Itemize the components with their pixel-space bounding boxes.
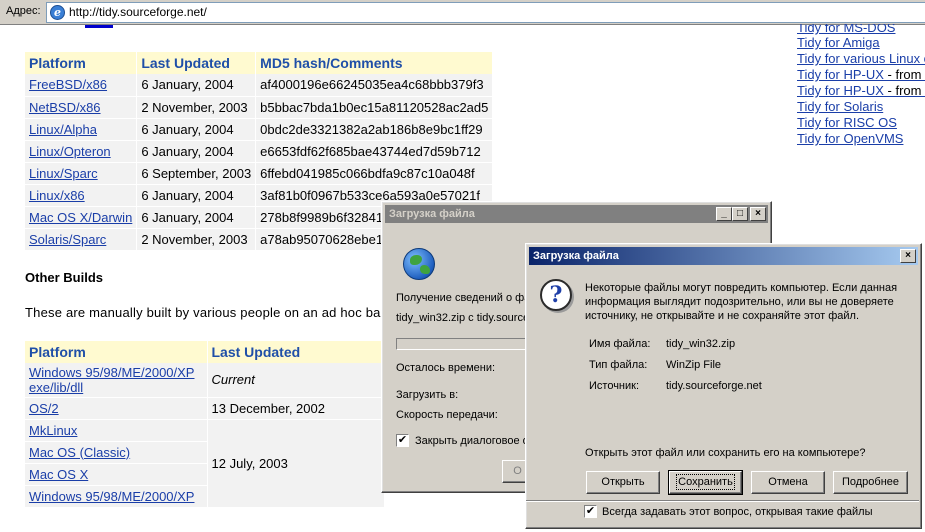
column-header-platform: Platform <box>25 52 138 74</box>
platform-link[interactable]: Linux/x86 <box>29 188 85 203</box>
ie-page-icon: e <box>50 5 65 20</box>
maximize-button[interactable]: □ <box>732 207 748 221</box>
platform-link[interactable]: Linux/Opteron <box>29 144 111 159</box>
other-builds-intro: These are manually built by various peop… <box>25 305 398 320</box>
table-row: FreeBSD/x86 6 January, 2004 af4000196e6624… <box>25 74 494 97</box>
file-type-label: Тип файла: <box>589 359 648 371</box>
dialog-title: Загрузка файла <box>533 250 619 262</box>
platform-link[interactable]: FreeBSD/x86 <box>29 77 107 92</box>
file-name-label: Имя файла: <box>589 338 651 350</box>
platform-link[interactable]: Tidy for various Linux c <box>797 51 925 67</box>
divider <box>526 500 919 502</box>
table-row: Windows 95/98/ME/2000/XP exe/lib/dll Cur… <box>25 363 385 398</box>
table-row: Linux/Opteron 6 January, 2004 e6653fdf62f6… <box>25 140 494 163</box>
md5-cell: e6653fdf62f685bae43744ed7d59b712 <box>255 140 494 163</box>
right-links: Tidy for MS-DOS Tidy for Amiga Tidy for … <box>797 24 925 147</box>
updated-cell: 6 January, 2004 <box>136 74 257 97</box>
platform-link[interactable]: Tidy for MS-DOS <box>797 24 925 35</box>
always-ask-checkbox[interactable]: ✔ <box>584 505 597 518</box>
platform-link[interactable]: OS/2 <box>29 401 59 416</box>
question-text: Открыть этот файл или сохранить его на к… <box>585 447 866 459</box>
speed-label: Скорость передачи: <box>396 409 498 421</box>
close-button[interactable]: × <box>900 249 916 263</box>
getting-info-text: Получение сведений о фа <box>396 292 531 304</box>
other-builds-heading: Other Builds <box>25 270 104 285</box>
source-label: Источник: <box>589 380 640 392</box>
updated-cell: 6 January, 2004 <box>136 140 257 163</box>
platform-link[interactable]: MkLinux <box>29 423 77 438</box>
table-row: OS/2 13 December, 2002 <box>25 397 385 420</box>
details-button[interactable]: Подробнее <box>833 471 908 494</box>
platform-link[interactable]: Tidy for RISC OS <box>797 115 925 131</box>
updated-cell: 13 December, 2002 <box>207 397 385 420</box>
warning-line: источнику, не открывайте и не сохраняйте… <box>585 310 860 322</box>
platform-link[interactable]: Linux/Alpha <box>29 122 97 137</box>
address-input[interactable]: e http://tidy.sourceforge.net/ <box>46 2 925 23</box>
link-fragment <box>85 25 113 28</box>
updated-cell: 12 July, 2003 <box>207 419 385 508</box>
table-header-row: Platform Last Updated MD5 hash/Comments <box>25 52 494 74</box>
close-on-complete-label: Закрыть диалоговое о <box>415 435 529 447</box>
dialog-titlebar: Загрузка файла × <box>529 247 918 265</box>
table-row: Linux/Alpha 6 January, 2004 0bdc2de3321382… <box>25 118 494 141</box>
file-download-dialog: Загрузка файла × ? Некоторые файлы могут… <box>525 243 922 529</box>
table-row: NetBSD/x86 2 November, 2003 b5bbac7bda1b0e… <box>25 96 494 119</box>
address-bar: Адрес: e http://tidy.sourceforge.net/ <box>0 0 925 25</box>
file-from-text: tidy_win32.zip с tidy.source <box>396 312 530 324</box>
always-ask-label: Всегда задавать этот вопрос, открывая та… <box>602 506 873 518</box>
address-label: Адрес: <box>6 5 41 17</box>
md5-cell: 0bdc2de3321382a2ab186b8e9bc1ff29 <box>255 118 494 141</box>
platform-link[interactable]: Tidy for OpenVMS <box>797 131 925 147</box>
updated-cell: 6 January, 2004 <box>136 118 257 141</box>
other-builds-table: Platform Last Updated Windows 95/98/ME/2… <box>25 341 385 508</box>
platform-link[interactable]: Mac OS X/Darwin <box>29 210 132 225</box>
md5-cell: af4000196e66245035ea4c68bbb379f3 <box>255 74 494 97</box>
open-button[interactable]: Открыть <box>586 471 660 494</box>
platform-link[interactable]: Tidy for HP-UX - from I <box>797 83 925 99</box>
column-header-platform: Platform <box>25 341 208 363</box>
updated-cell: 6 January, 2004 <box>136 184 257 207</box>
dialog-titlebar: Загрузка файла _ □ × <box>385 205 768 223</box>
column-header-md5: MD5 hash/Comments <box>255 52 494 74</box>
file-name-value: tidy_win32.zip <box>666 338 736 350</box>
globe-icon <box>403 248 435 280</box>
platform-link[interactable]: Tidy for HP-UX - from C <box>797 67 925 83</box>
platform-link[interactable]: Windows 95/98/ME/2000/XP <box>29 489 194 504</box>
column-header-updated: Last Updated <box>207 341 385 363</box>
md5-cell: b5bbac7bda1b0ec15a81120528ac2ad5 <box>255 96 494 119</box>
warning-line: Некоторые файлы могут повредить компьюте… <box>585 282 898 294</box>
question-icon: ? <box>540 279 572 311</box>
download-to-label: Загрузить в: <box>396 389 459 401</box>
table-row: Linux/Sparc 6 September, 2003 6ffebd041985… <box>25 162 494 185</box>
updated-cell: 6 January, 2004 <box>136 206 257 229</box>
close-button[interactable]: × <box>750 207 766 221</box>
updated-cell: 2 November, 2003 <box>136 228 257 251</box>
dialog-title: Загрузка файла <box>389 208 475 220</box>
time-left-label: Осталось времени: <box>396 362 496 374</box>
source-value: tidy.sourceforge.net <box>666 380 762 392</box>
save-button[interactable]: Сохранить <box>668 470 743 495</box>
platform-link[interactable]: Tidy for Solaris <box>797 99 925 115</box>
cancel-button[interactable]: Отмена <box>751 471 825 494</box>
platform-link[interactable]: Mac OS (Classic) <box>29 445 130 460</box>
updated-cell: 2 November, 2003 <box>136 96 257 119</box>
platform-link[interactable]: Solaris/Sparc <box>29 232 106 247</box>
platform-link[interactable]: Windows 95/98/ME/2000/XP exe/lib/dll <box>29 365 194 395</box>
table-row: MkLinux 12 July, 2003 <box>25 419 385 508</box>
warning-line: информация выглядит подозрительно, или в… <box>585 296 894 308</box>
download-progress-bar <box>396 338 546 350</box>
address-url: http://tidy.sourceforge.net/ <box>69 5 207 19</box>
close-on-complete-checkbox[interactable]: ✔ <box>396 434 409 447</box>
file-type-value: WinZip File <box>666 359 722 371</box>
platform-link[interactable]: Linux/Sparc <box>29 166 98 181</box>
updated-cell: 6 September, 2003 <box>136 162 257 185</box>
minimize-button[interactable]: _ <box>716 207 732 221</box>
updated-cell: Current <box>207 363 385 398</box>
md5-cell: 6ffebd041985c066bdfa9c87c10a048f <box>255 162 494 185</box>
table-header-row: Platform Last Updated <box>25 341 385 363</box>
platform-link[interactable]: NetBSD/x86 <box>29 100 101 115</box>
column-header-updated: Last Updated <box>136 52 257 74</box>
platform-link[interactable]: Mac OS X <box>29 467 88 482</box>
platform-link[interactable]: Tidy for Amiga <box>797 35 925 51</box>
